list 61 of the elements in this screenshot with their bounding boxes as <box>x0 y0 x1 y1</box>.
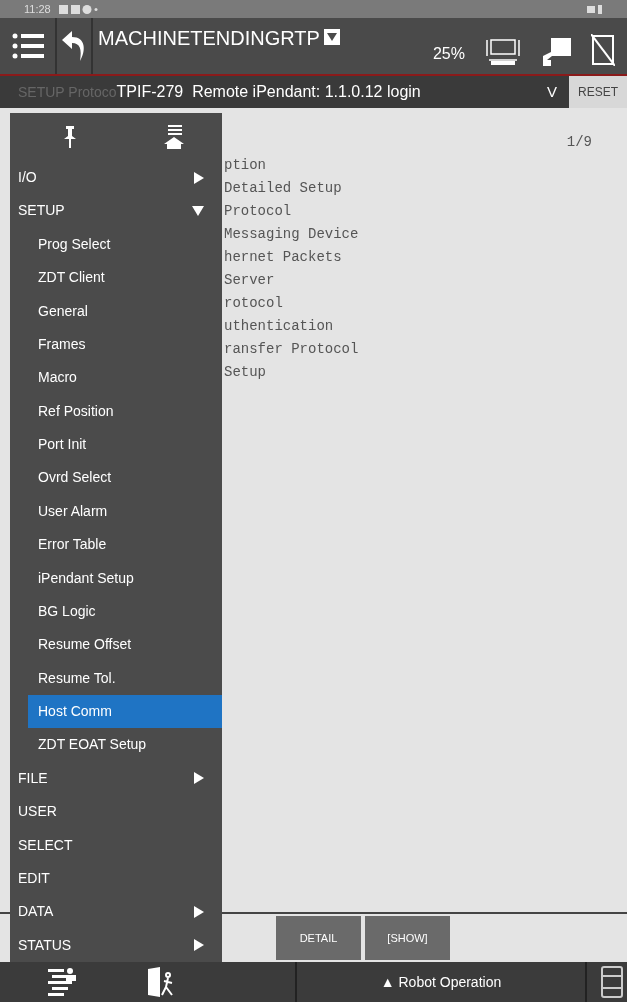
crossed-tablet-icon <box>591 34 615 66</box>
menu-item[interactable]: Resume Offset <box>28 628 222 662</box>
listing-line: rotocol <box>224 294 284 313</box>
menu-item[interactable]: Frames <box>28 327 222 362</box>
triangle-right-icon <box>194 772 204 785</box>
menu-item[interactable]: ZDT EOAT Setup <box>28 728 222 762</box>
menu-item[interactable]: BG Logic <box>28 594 222 629</box>
cabinet-icon[interactable] <box>601 966 623 998</box>
listing-line: ption <box>224 156 267 175</box>
back-arrow-icon <box>62 31 86 61</box>
page-indicator: 1/9 <box>566 133 592 150</box>
program-name[interactable]: MACHINETENDINGRTP <box>98 28 320 48</box>
menu-item[interactable]: FILE <box>10 761 222 795</box>
triangle-right-icon <box>194 905 204 918</box>
function-key[interactable]: [SHOW] <box>365 916 450 960</box>
menu-item[interactable]: iPendant Setup <box>28 561 222 595</box>
listing-line: hernet Packets <box>224 248 343 267</box>
listing-line: uthentication <box>224 317 335 336</box>
menu-item[interactable]: Prog Select <box>28 227 222 261</box>
auto-mode-icon <box>485 38 521 66</box>
listing-line: Detailed Setup <box>224 179 343 198</box>
menu-item[interactable]: SELECT <box>10 828 222 862</box>
menu-item[interactable]: USER <box>10 794 222 829</box>
listing-line: Setup <box>224 363 267 382</box>
pin-icon[interactable] <box>64 125 76 148</box>
notification-icons <box>58 4 99 14</box>
function-key[interactable]: DETAIL <box>276 916 361 960</box>
menu-item[interactable]: I/O <box>10 160 222 195</box>
triangle-down-icon <box>192 205 204 216</box>
battery-icon <box>587 4 603 14</box>
override-text: 25% <box>432 44 465 64</box>
menu-item[interactable]: Error Table <box>28 527 222 562</box>
listing-line: ransfer Protocol <box>224 340 360 359</box>
menu-item[interactable]: ZDT Client <box>28 260 222 295</box>
menu-icon <box>11 32 44 60</box>
dropdown-icon[interactable] <box>323 29 340 45</box>
menu-item[interactable]: Ref Position <box>28 394 222 428</box>
reset-button[interactable]: RESET <box>569 76 627 108</box>
triangle-right-icon <box>194 939 204 952</box>
robot-operation-button[interactable]: ▲ Robot Operation <box>297 962 587 1002</box>
menu-item[interactable]: SETUP <box>10 194 222 228</box>
menu-item[interactable]: DATA <box>10 895 222 929</box>
menu-item[interactable]: EDIT <box>10 861 222 896</box>
menu-item[interactable]: General <box>28 294 222 328</box>
menu-item[interactable]: Ovrd Select <box>28 461 222 495</box>
menu-item[interactable]: Resume Tol. <box>28 661 222 695</box>
expand-button[interactable]: V <box>535 80 569 104</box>
listing-line: Server <box>224 271 276 290</box>
listing-line: Protocol <box>224 202 293 221</box>
home-list-icon[interactable] <box>164 124 184 149</box>
menu-item[interactable]: STATUS <box>10 928 222 962</box>
alarm-message: TPIF-279 Remote iPendant: 1.1.0.12 login <box>116 82 421 102</box>
menu-item[interactable]: Host Comm <box>28 694 222 729</box>
clock-text: 11:28 <box>24 1 51 17</box>
menu-item[interactable]: Port Init <box>28 427 222 462</box>
listing-line: Messaging Device <box>224 225 360 244</box>
menu-item[interactable]: Macro <box>28 361 222 395</box>
list-user-icon[interactable] <box>48 967 76 997</box>
menu-item[interactable]: User Alarm <box>28 494 222 528</box>
triangle-right-icon <box>194 171 204 184</box>
exit-door-icon[interactable] <box>146 967 176 997</box>
